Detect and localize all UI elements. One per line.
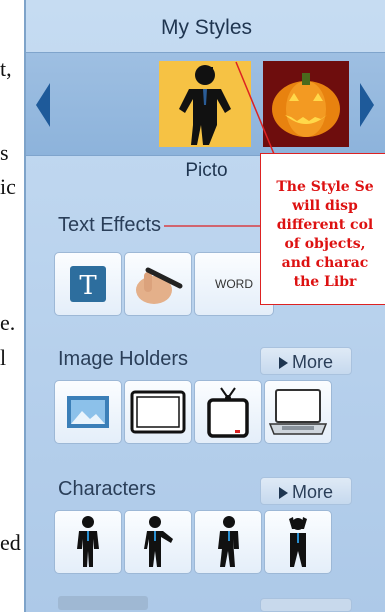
- character-pointing-icon: [144, 516, 173, 567]
- my-styles-panel: My Styles Picto Text Effects T WORD Imag…: [24, 0, 385, 612]
- next-section-label-partial: [58, 596, 148, 610]
- annotation-callout: The Style Se will disp different col of …: [260, 153, 385, 305]
- section-label-text-effects: Text Effects: [58, 214, 162, 236]
- character-tile-1[interactable]: [54, 510, 122, 574]
- image-holder-tile-tv[interactable]: [194, 380, 262, 444]
- laptop-icon: [268, 389, 328, 435]
- character-tile-4[interactable]: [264, 510, 332, 574]
- text-effect-tile-handwriting[interactable]: [124, 252, 192, 316]
- play-triangle-icon: [278, 357, 288, 370]
- doc-text-fragment: ed: [0, 530, 21, 555]
- image-holders-more-button[interactable]: More: [260, 347, 352, 375]
- doc-text-fragment: s: [0, 140, 9, 165]
- character-thinking-icon: [289, 517, 307, 567]
- picture-icon: [67, 396, 109, 428]
- word-art-label: WORD: [215, 277, 253, 291]
- image-holder-tile-tablet[interactable]: [124, 380, 192, 444]
- doc-text-fragment: e.: [0, 310, 16, 335]
- television-icon: [207, 387, 249, 438]
- next-section-more-button-partial[interactable]: [260, 598, 352, 612]
- doc-text-fragment: t,: [0, 56, 12, 81]
- tablet-frame-icon: [130, 390, 186, 434]
- text-effect-tile-t[interactable]: T: [54, 252, 122, 316]
- section-label-image-holders: Image Holders: [58, 348, 189, 370]
- hand-pen-icon: [136, 267, 183, 304]
- character-standing-icon: [77, 516, 99, 567]
- character-tile-2[interactable]: [124, 510, 192, 574]
- section-label-characters: Characters: [58, 478, 156, 500]
- characters-more-button[interactable]: More: [260, 477, 352, 505]
- image-holder-tile-laptop[interactable]: [264, 380, 332, 444]
- more-label: More: [291, 482, 333, 502]
- character-walking-icon: [218, 516, 239, 567]
- doc-text-fragment: ic: [0, 174, 16, 199]
- character-tile-3[interactable]: [194, 510, 262, 574]
- text-t-icon: T: [70, 266, 106, 302]
- image-holder-tile-picture[interactable]: [54, 380, 122, 444]
- doc-text-fragment: l: [0, 345, 7, 370]
- svg-text:T: T: [79, 271, 97, 301]
- play-triangle-icon: [278, 487, 288, 500]
- more-label: More: [291, 352, 333, 372]
